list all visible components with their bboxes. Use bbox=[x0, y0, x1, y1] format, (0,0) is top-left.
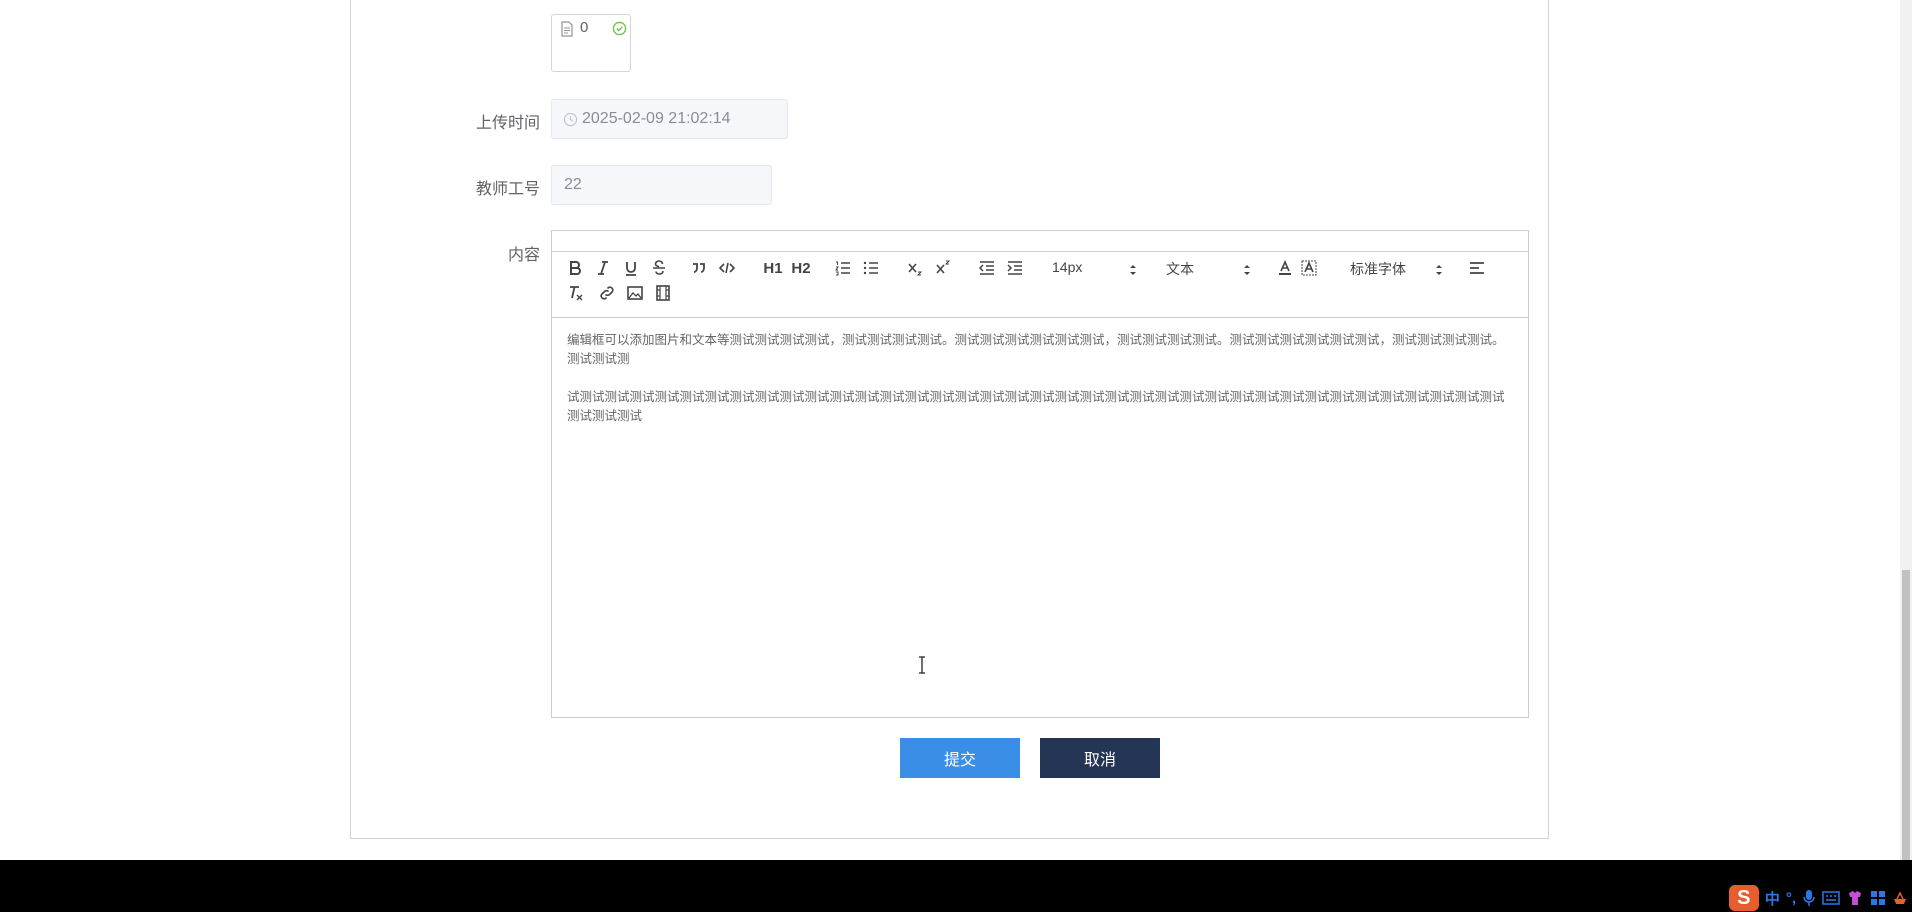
submit-button[interactable]: 提交 bbox=[900, 738, 1020, 778]
highlight-icon bbox=[1301, 260, 1317, 276]
align-left-icon bbox=[1470, 262, 1484, 274]
skin-icon[interactable] bbox=[1846, 889, 1864, 907]
text-color-icon bbox=[1279, 260, 1291, 275]
link-icon bbox=[600, 286, 614, 300]
updown-arrow-icon bbox=[1130, 265, 1136, 275]
document-icon bbox=[561, 21, 573, 37]
video-button[interactable] bbox=[652, 282, 674, 304]
sogou-ime-icon[interactable]: S bbox=[1728, 885, 1759, 911]
cancel-button[interactable]: 取消 bbox=[1040, 738, 1160, 778]
teacher-id-field[interactable]: 22 bbox=[551, 165, 772, 205]
header-value: 文本 bbox=[1166, 261, 1194, 277]
font-family-picker[interactable]: 标准字体 bbox=[1350, 259, 1444, 281]
taskbar bbox=[0, 860, 1912, 912]
strikethrough-icon bbox=[653, 260, 665, 275]
image-icon bbox=[627, 286, 643, 300]
ime-mode-indicator[interactable]: 中 bbox=[1765, 888, 1780, 909]
scrollbar-thumb[interactable] bbox=[1902, 570, 1910, 860]
check-circle-icon bbox=[612, 21, 627, 36]
keyboard-icon[interactable] bbox=[1822, 890, 1840, 906]
toolbox-icon[interactable] bbox=[1892, 890, 1908, 906]
link-button[interactable] bbox=[596, 282, 618, 304]
header2-button[interactable]: H2 bbox=[788, 257, 814, 279]
file-count: 0 bbox=[580, 19, 589, 36]
header1-button[interactable]: H1 bbox=[760, 257, 786, 279]
apps-grid-icon[interactable] bbox=[1870, 890, 1886, 906]
rich-text-editor[interactable]: H1 H2 14px 文本 标准字体 编辑框可以添加图片和文本等测试测试测试测试… bbox=[551, 230, 1529, 718]
outdent-button[interactable] bbox=[976, 257, 998, 279]
editor-content[interactable]: 编辑框可以添加图片和文本等测试测试测试测试，测试测试测试测试。测试测试测试测试测… bbox=[567, 330, 1513, 425]
superscript-icon bbox=[936, 260, 951, 274]
header1-icon: H1 bbox=[763, 259, 783, 277]
font-family-value: 标准字体 bbox=[1350, 261, 1406, 277]
teacher-id-value: 22 bbox=[564, 176, 582, 193]
punctuation-icon[interactable]: °, bbox=[1786, 890, 1796, 907]
content-paragraph: 试测试测试测试测试测试测试测试测试测试测试测试测试测试测试测试测试测试测试测试测… bbox=[567, 389, 1505, 423]
italic-button[interactable] bbox=[592, 257, 614, 279]
background-color-button[interactable] bbox=[1298, 257, 1320, 279]
content-paragraph: 编辑框可以添加图片和文本等测试测试测试测试，测试测试测试测试。测试测试测试测试测… bbox=[567, 332, 1505, 366]
ordered-list-icon bbox=[835, 261, 850, 276]
indent-button[interactable] bbox=[1004, 257, 1026, 279]
upload-time-label: 上传时间 bbox=[475, 115, 540, 132]
font-size-value: 14px bbox=[1052, 259, 1083, 275]
editor-toolbar: H1 H2 14px 文本 标准字体 bbox=[552, 252, 1528, 318]
text-color-button[interactable] bbox=[1274, 257, 1296, 279]
updown-arrow-icon bbox=[1244, 265, 1250, 275]
system-tray: S 中 °, bbox=[1728, 884, 1912, 912]
superscript-button[interactable] bbox=[932, 257, 954, 279]
align-button[interactable] bbox=[1466, 257, 1488, 279]
code-block-button[interactable] bbox=[716, 257, 738, 279]
clock-icon bbox=[563, 112, 578, 127]
content-label: 内容 bbox=[507, 247, 540, 264]
ordered-list-button[interactable] bbox=[832, 257, 854, 279]
upload-time-field[interactable]: 2025-02-09 21:02:14 bbox=[551, 99, 788, 139]
indent-icon bbox=[1007, 261, 1022, 275]
bold-icon bbox=[570, 261, 581, 275]
uploaded-file-card[interactable]: 0 bbox=[551, 14, 631, 72]
bold-button[interactable] bbox=[564, 257, 586, 279]
underline-icon bbox=[626, 262, 636, 276]
bullet-list-icon bbox=[863, 261, 878, 275]
code-icon bbox=[718, 262, 736, 274]
text-cursor-icon bbox=[919, 656, 925, 674]
bullet-list-button[interactable] bbox=[860, 257, 882, 279]
microphone-icon[interactable] bbox=[1802, 889, 1816, 907]
font-size-picker[interactable]: 14px bbox=[1052, 259, 1138, 281]
header2-icon: H2 bbox=[791, 259, 811, 277]
subscript-button[interactable] bbox=[904, 257, 926, 279]
italic-icon bbox=[598, 261, 608, 275]
upload-time-value: 2025-02-09 21:02:14 bbox=[582, 110, 731, 127]
image-button[interactable] bbox=[624, 282, 646, 304]
quote-icon bbox=[693, 263, 705, 273]
outdent-icon bbox=[978, 261, 994, 275]
underline-button[interactable] bbox=[620, 257, 642, 279]
editor-top-strip bbox=[552, 231, 1528, 252]
blockquote-button[interactable] bbox=[688, 257, 710, 279]
header-picker[interactable]: 文本 bbox=[1166, 259, 1252, 281]
clear-format-icon bbox=[570, 286, 583, 301]
subscript-icon bbox=[908, 263, 923, 276]
teacher-id-label: 教师工号 bbox=[475, 181, 540, 198]
video-icon bbox=[656, 285, 670, 301]
strike-button[interactable] bbox=[648, 257, 670, 279]
clean-format-button[interactable] bbox=[564, 282, 586, 304]
updown-arrow-icon bbox=[1436, 265, 1442, 275]
